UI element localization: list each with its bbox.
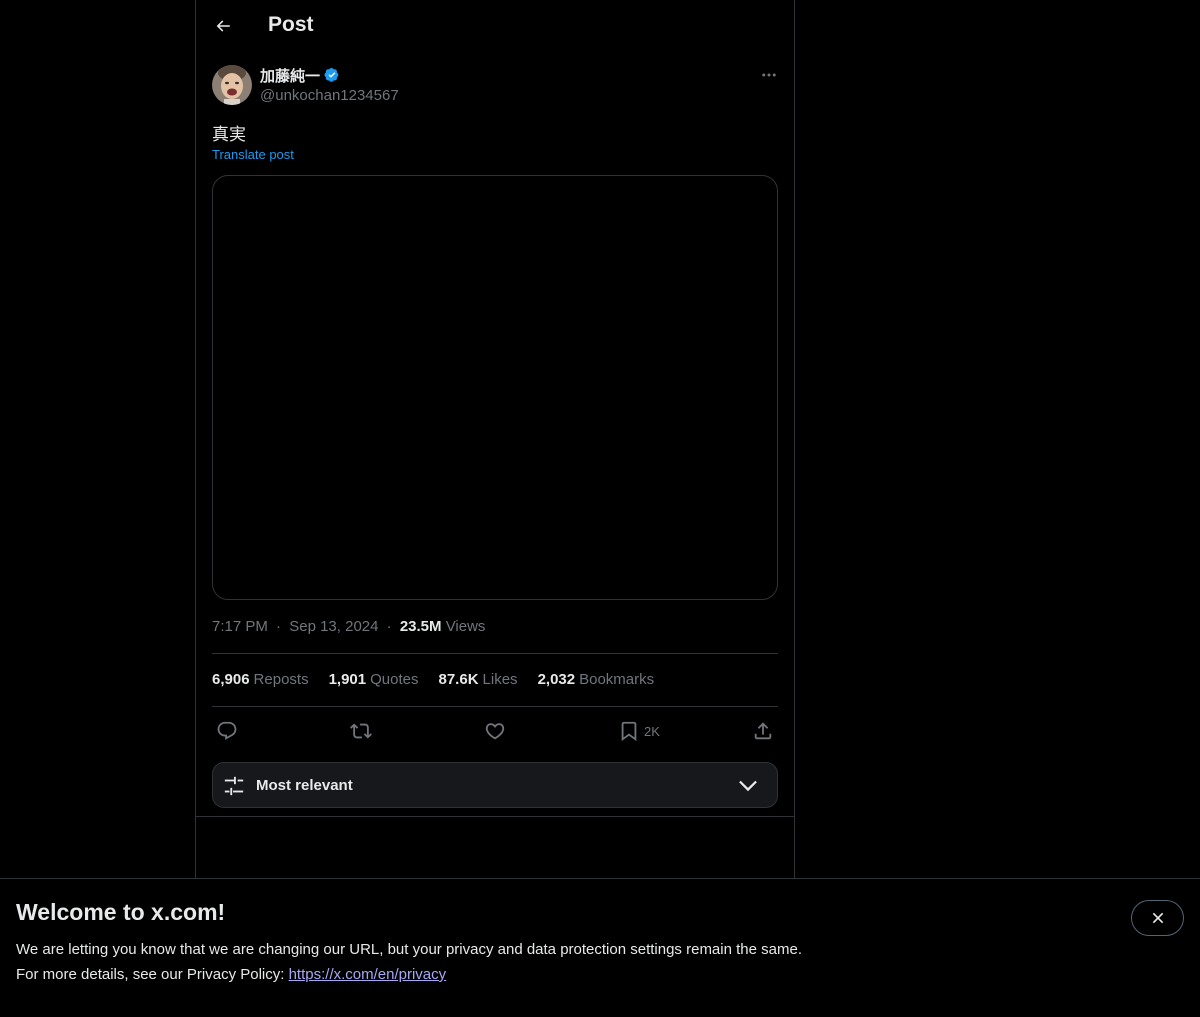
verified-badge-icon bbox=[324, 67, 339, 82]
repost-icon bbox=[350, 723, 372, 739]
url-change-banner: Welcome to x.com! We are letting you kno… bbox=[0, 878, 1200, 1017]
banner-line-2: For more details, see our Privacy Policy… bbox=[16, 962, 802, 987]
author-handle[interactable]: @unkochan1234567 bbox=[260, 87, 399, 104]
banner-line-1: We are letting you know that we are chan… bbox=[16, 941, 802, 958]
reposts-count: 6,906 bbox=[212, 671, 250, 688]
repost-button[interactable] bbox=[350, 717, 372, 745]
separator-dot: · bbox=[386, 618, 392, 635]
chevron-down-icon bbox=[739, 780, 757, 792]
bookmarks-stat[interactable]: 2,032 Bookmarks bbox=[538, 671, 655, 688]
bookmark-count: 2K bbox=[644, 723, 660, 739]
post-text: 真実 bbox=[212, 125, 246, 144]
share-button[interactable] bbox=[752, 717, 774, 745]
banner-title: Welcome to x.com! bbox=[16, 899, 226, 925]
post-time[interactable]: 7:17 PM bbox=[212, 618, 268, 635]
likes-count: 87.6K bbox=[438, 671, 479, 688]
engagement-stats: 6,906 Reposts 1,901 Quotes 87.6K Likes 2,03… bbox=[212, 671, 654, 688]
translate-post-link[interactable]: Translate post bbox=[212, 147, 294, 162]
bookmarks-label: Bookmarks bbox=[579, 671, 655, 688]
more-icon bbox=[762, 73, 776, 77]
share-icon bbox=[754, 722, 772, 740]
sliders-icon bbox=[224, 776, 244, 796]
more-options-button[interactable] bbox=[756, 62, 782, 88]
sort-label: Most relevant bbox=[256, 777, 353, 794]
bookmark-button[interactable]: 2K bbox=[618, 717, 660, 745]
privacy-policy-link[interactable]: https://x.com/en/privacy bbox=[289, 966, 447, 983]
quotes-stat[interactable]: 1,901 Quotes bbox=[329, 671, 419, 688]
close-icon bbox=[1152, 912, 1163, 924]
divider bbox=[212, 706, 778, 707]
reply-button[interactable] bbox=[216, 717, 238, 745]
quotes-count: 1,901 bbox=[328, 671, 367, 688]
primary-column: Post 加藤純一 @unkochan1234567 真実 Translate … bbox=[195, 0, 795, 1017]
sort-replies-dropdown[interactable]: Most relevant bbox=[212, 762, 778, 808]
like-button[interactable] bbox=[484, 717, 506, 745]
bookmark-icon bbox=[621, 721, 637, 742]
post-header: Post bbox=[196, 0, 794, 54]
avatar-image bbox=[212, 65, 252, 105]
banner-close-button[interactable] bbox=[1131, 900, 1184, 936]
banner-line-2-prefix: For more details, see our Privacy Policy… bbox=[16, 966, 289, 983]
avatar[interactable] bbox=[212, 65, 252, 105]
author-name[interactable]: 加藤純一 bbox=[260, 65, 320, 86]
bookmarks-count: 2,032 bbox=[537, 671, 576, 688]
post-media[interactable] bbox=[212, 175, 778, 600]
heart-icon bbox=[485, 723, 505, 740]
post-metadata: 7:17 PM · Sep 13, 2024 · 23.5M Views bbox=[212, 618, 485, 635]
divider bbox=[196, 816, 794, 817]
views-label: Views bbox=[445, 618, 486, 635]
likes-stat[interactable]: 87.6K Likes bbox=[439, 671, 518, 688]
likes-label: Likes bbox=[482, 671, 518, 688]
back-button[interactable] bbox=[206, 9, 240, 43]
reposts-stat[interactable]: 6,906 Reposts bbox=[212, 671, 309, 688]
arrow-left-icon bbox=[216, 20, 230, 32]
separator-dot: · bbox=[276, 618, 282, 635]
page-title: Post bbox=[268, 13, 314, 36]
quotes-label: Quotes bbox=[370, 671, 419, 688]
divider bbox=[212, 653, 778, 654]
reposts-label: Reposts bbox=[253, 671, 309, 688]
views-count: 23.5M bbox=[399, 618, 442, 635]
reply-icon bbox=[217, 721, 237, 740]
post-date[interactable]: Sep 13, 2024 bbox=[289, 618, 378, 635]
banner-message: We are letting you know that we are chan… bbox=[16, 937, 802, 987]
